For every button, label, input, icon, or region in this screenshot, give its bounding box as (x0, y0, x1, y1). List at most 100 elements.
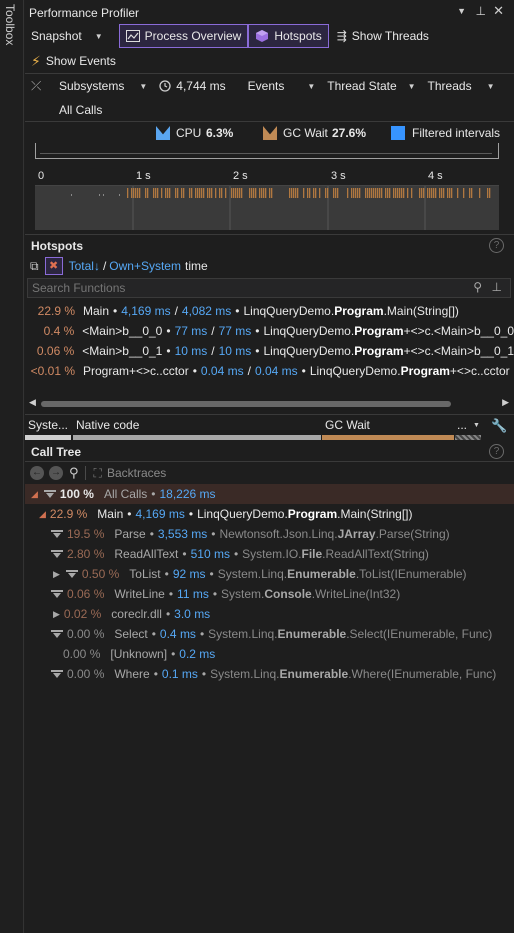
gc-activity-tick (315, 188, 317, 198)
chevron-down-icon: ▼ (407, 81, 416, 91)
call-percent: 0.06 % (67, 587, 105, 601)
scroll-left-icon[interactable]: ◀ (29, 397, 36, 408)
hotspot-row[interactable]: 0.4 % <Main>b__0_0 • 77 ms/77 ms • LinqQueryD… (25, 321, 514, 341)
call-tree-root-row[interactable]: ◢ 100 % All Calls • 18,226 ms (25, 484, 514, 504)
filter-funnel-icon (51, 550, 63, 558)
hotspots-title: Hotspots (31, 239, 83, 253)
gc-activity-tick (221, 188, 223, 198)
gc-activity-tick (377, 188, 379, 198)
toolbox-strip[interactable]: Toolbox (0, 0, 24, 933)
expand-arrow-icon[interactable]: ▶ (53, 569, 60, 580)
duration-display: 4,744 ms (153, 75, 231, 97)
call-class: JArray (337, 527, 376, 541)
scrollbar-thumb[interactable] (41, 401, 451, 407)
call-tree-main-row[interactable]: ◢ 22.9 % Main • 4,169 ms • LinqQueryDemo… (25, 504, 514, 524)
gc-wait-segment[interactable]: GC Wait (322, 416, 454, 440)
gc-activity-tick (307, 188, 309, 198)
native-code-segment[interactable]: Native code (73, 416, 321, 440)
gc-activity-tick (327, 188, 329, 198)
call-tree-row[interactable]: ▶ 0.02 % coreclr.dll • 3.0 ms (25, 604, 514, 624)
system-segment[interactable]: Syste... (25, 416, 71, 440)
call-tree-row[interactable]: 0.06 % WriteLine • 11 ms • System. Console .Wri… (25, 584, 514, 604)
gc-activity-tick (387, 188, 389, 198)
threads-dropdown[interactable]: Threads ▼ (422, 75, 501, 97)
hotspot-namespace: LinqQueryDemo. (243, 304, 335, 318)
backtraces-label[interactable]: Backtraces (107, 466, 166, 480)
timeline-overview-slider[interactable] (35, 143, 499, 159)
forward-arrow-icon[interactable]: → (49, 466, 63, 480)
search-options-icon[interactable]: ⚲ (473, 280, 482, 294)
hotspot-own-ms: 0.04 ms (254, 364, 298, 378)
expand-view-icon[interactable]: ⧉ (30, 259, 39, 274)
snapshot-label: Snapshot (31, 29, 82, 43)
more-segment[interactable]: ... ▼ (455, 416, 483, 440)
hotspot-row[interactable]: 0.06 % <Main>b__0_1 • 10 ms/10 ms • LinqQuery… (25, 341, 514, 361)
call-tree-row[interactable]: 19.5 % Parse • 3,553 ms • Newtonsoft.Json.Lin… (25, 524, 514, 544)
gc-activity-tick (353, 188, 355, 198)
search-icon[interactable]: ⚲ (69, 465, 79, 481)
close-icon[interactable]: ✕ (493, 3, 504, 19)
hotspot-own-ms: 4,082 ms (181, 304, 232, 318)
gc-activity-tick (407, 188, 409, 198)
timeline-ruler: 0 1 s 2 s 3 s 4 s (35, 168, 499, 186)
wrench-icon[interactable]: 🔧 (491, 418, 507, 434)
hotspots-horizontal-scrollbar[interactable]: ◀ ▶ (29, 397, 509, 411)
gc-activity-tick (355, 188, 357, 198)
gc-activity-tick (195, 188, 197, 198)
subsystems-dropdown[interactable]: Subsystems ▼ (53, 75, 153, 97)
call-tree-row[interactable]: ▶ 0.50 % ToList • 92 ms • System.Linq. Enumerab… (25, 564, 514, 584)
gc-activity-tick (211, 188, 213, 198)
hotspots-button[interactable]: Hotspots (248, 24, 329, 48)
hotspot-row[interactable]: 22.9 % Main • 4,169 ms/4,082 ms • LinqQueryDe… (25, 301, 514, 321)
gc-activity-tick (203, 188, 205, 198)
gc-activity-tick (189, 188, 191, 198)
snapshot-dropdown[interactable]: Snapshot ▼ (25, 25, 109, 47)
process-overview-button[interactable]: Process Overview (118, 24, 249, 48)
all-calls-filter[interactable]: All Calls (25, 100, 514, 120)
main-toolbar: Snapshot ▼ Process Overview Hotspots ⇶ S… (25, 24, 514, 48)
thread-state-dropdown[interactable]: Thread State ▼ (321, 75, 421, 97)
call-tree-row[interactable]: 0.00 % [Unknown] • 0.2 ms (25, 644, 514, 664)
filter-funnel-icon (65, 570, 78, 578)
gc-activity-tick (219, 188, 221, 198)
clock-icon (159, 80, 171, 92)
gc-activity-tick (347, 188, 349, 198)
call-tree-row[interactable]: 0.00 % Where • 0.1 ms • System.Linq. Enumerabl… (25, 664, 514, 684)
search-functions-input[interactable] (32, 281, 452, 295)
collapse-arrow-icon[interactable]: ◢ (39, 509, 46, 520)
hotspot-row[interactable]: <0.01 % Program+<>c..cctor • 0.04 ms/0.04 m… (25, 361, 514, 381)
call-namespace: System.IO. (242, 547, 302, 561)
call-tree-row[interactable]: 2.80 % ReadAllText • 510 ms • System.IO. File.… (25, 544, 514, 564)
gc-activity-tick (337, 188, 339, 198)
toolbox-label[interactable]: Toolbox (3, 4, 17, 45)
show-threads-button[interactable]: ⇶ Show Threads (331, 25, 435, 47)
collapse-arrow-icon[interactable]: ◢ (31, 489, 38, 500)
call-tree-row[interactable]: 0.00 % Select • 0.4 ms • System.Linq. Enumerab… (25, 624, 514, 644)
help-icon[interactable]: ? (489, 238, 504, 253)
show-events-button[interactable]: ⚡ Show Events (25, 50, 122, 72)
pin-search-icon[interactable]: ⊥ (492, 280, 502, 294)
expand-arrow-icon[interactable]: ▶ (53, 609, 60, 620)
reset-filter-icon[interactable]: ⤫ (31, 78, 47, 94)
gc-activity-tick (289, 188, 291, 198)
total-sort-link[interactable]: Total↓ (69, 259, 100, 273)
chevron-down-icon: ▼ (473, 422, 480, 429)
own-system-link[interactable]: Own+System (109, 259, 181, 273)
search-functions-field[interactable]: ⚲ ⊥ (27, 278, 511, 298)
gc-activity-tick (309, 188, 311, 198)
help-icon[interactable]: ? (489, 444, 504, 459)
call-percent: 0.50 % (81, 567, 120, 581)
window-menu-icon[interactable]: ▼ (457, 6, 466, 16)
flame-filter-icon[interactable]: ✖ (44, 257, 63, 275)
gc-activity-tick (241, 188, 243, 198)
scroll-right-icon[interactable]: ▶ (502, 397, 509, 408)
gc-activity-tick (177, 188, 179, 198)
hotspots-divider (25, 234, 514, 235)
timeline-chart[interactable]: 0 1 s 2 s 3 s 4 s (35, 168, 499, 230)
back-arrow-icon[interactable]: ← (30, 466, 44, 480)
events-dropdown[interactable]: Events ▼ (242, 75, 322, 97)
hotspot-class: Program (400, 364, 450, 378)
hotspot-total-ms: 10 ms (174, 344, 208, 358)
gc-activity-tick (139, 188, 141, 198)
pin-icon[interactable]: ⊥ (476, 4, 486, 18)
